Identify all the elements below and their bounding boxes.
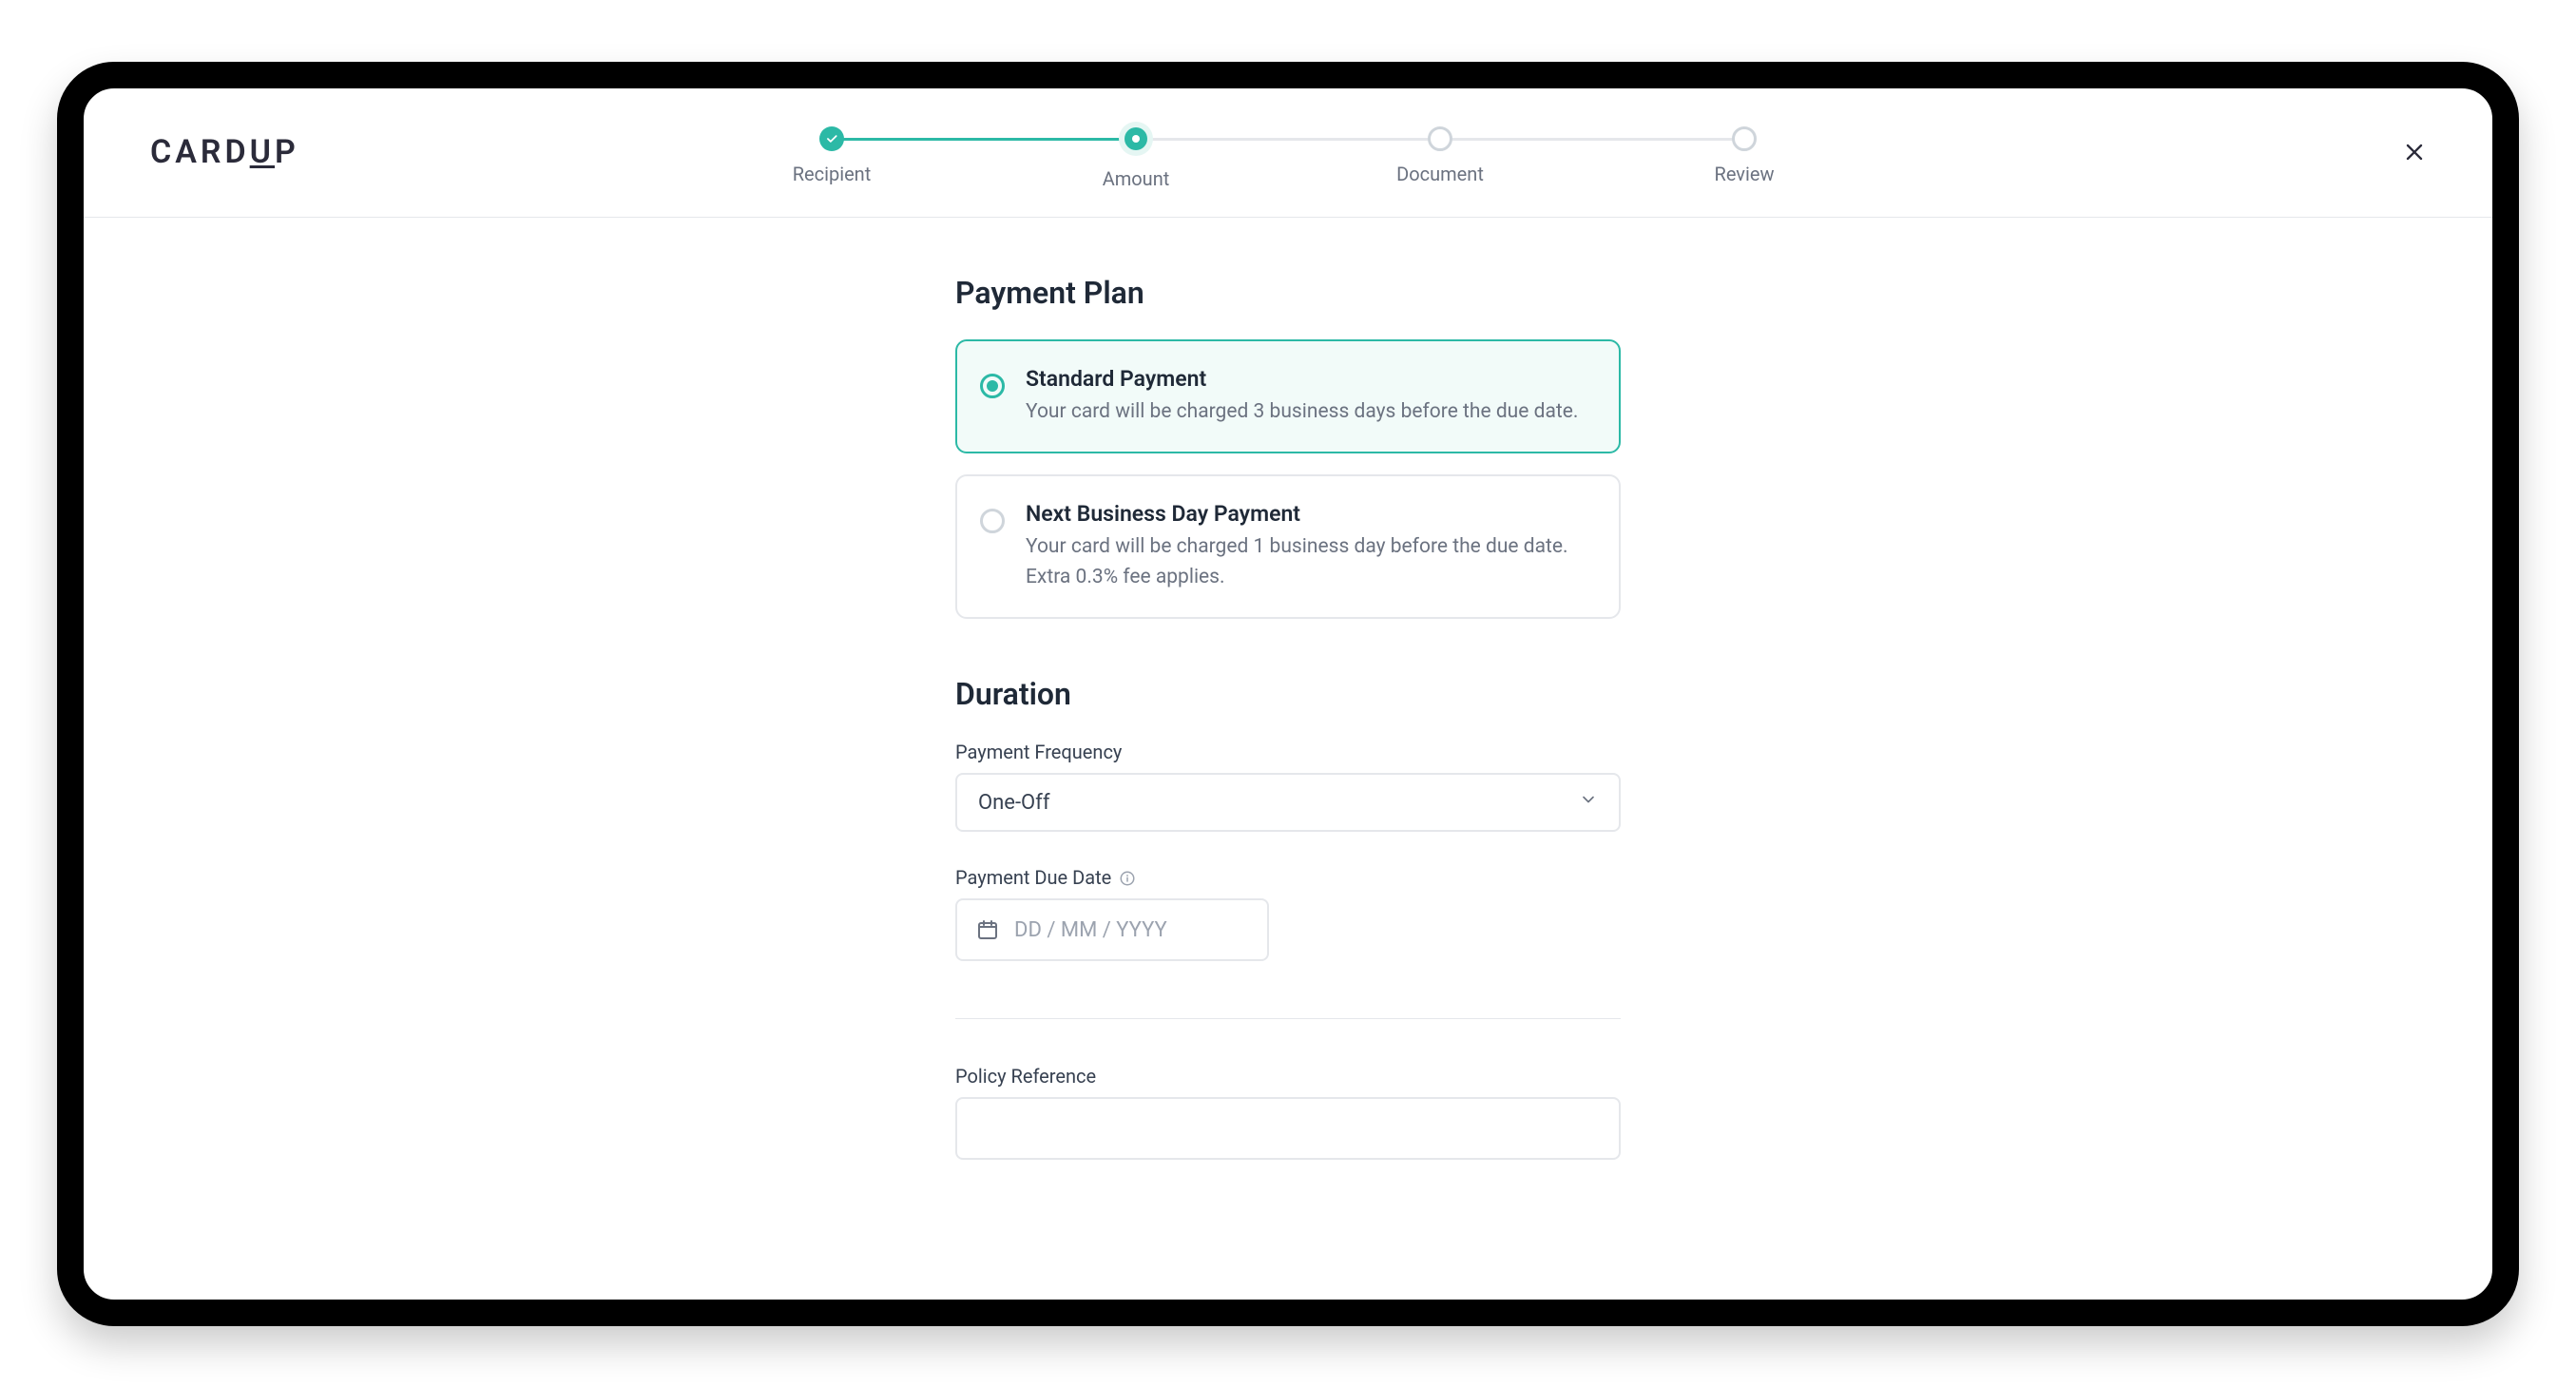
brand-logo: CARDUP [150,133,299,171]
plan-standard-card[interactable]: Standard Payment Your card will be charg… [955,339,1621,454]
info-icon[interactable] [1119,869,1136,886]
step-connector [1440,138,1735,141]
step-label: Document [1396,163,1484,185]
field-label-text: Payment Due Date [955,866,1111,889]
section-divider [955,1018,1621,1019]
step-document[interactable]: Document [1288,126,1592,185]
step-amount[interactable]: Amount [984,126,1288,190]
chevron-down-icon [1579,790,1598,815]
policy-reference-input[interactable] [955,1097,1621,1160]
calendar-icon [976,918,999,941]
step-label: Review [1715,163,1775,185]
field-label-text: Payment Frequency [955,741,1122,763]
step-label: Amount [1103,167,1170,190]
due-date-label: Payment Due Date [955,866,1621,889]
header: CARDUP Recipient [84,88,2492,218]
step-recipient[interactable]: Recipient [680,126,984,185]
close-icon [2401,139,2428,165]
plan-title: Next Business Day Payment [1026,501,1596,527]
check-icon [825,132,838,145]
frequency-select[interactable]: One-Off [955,773,1621,832]
frequency-label: Payment Frequency [955,741,1621,763]
frequency-value: One-Off [978,791,1049,815]
plan-title: Standard Payment [1026,366,1578,392]
field-label-text: Policy Reference [955,1065,1096,1088]
step-label: Recipient [793,163,872,185]
plan-description: Your card will be charged 1 business day… [1026,532,1596,592]
due-date-input[interactable]: DD / MM / YYYY [955,898,1269,961]
wizard-stepper: Recipient Amount Document [680,115,1896,190]
step-connector [1136,138,1431,141]
close-button[interactable] [2393,131,2435,173]
step-connector [832,138,1126,141]
plan-next-business-day-card[interactable]: Next Business Day Payment Your card will… [955,474,1621,619]
section-title-duration: Duration [955,676,1621,712]
section-title-payment-plan: Payment Plan [955,275,1621,311]
plan-description: Your card will be charged 3 business day… [1026,397,1578,428]
radio-selected-icon [980,374,1005,398]
step-review[interactable]: Review [1592,126,1896,185]
due-date-placeholder: DD / MM / YYYY [1014,918,1167,942]
radio-unselected-icon [980,509,1005,533]
policy-reference-label: Policy Reference [955,1065,1621,1088]
